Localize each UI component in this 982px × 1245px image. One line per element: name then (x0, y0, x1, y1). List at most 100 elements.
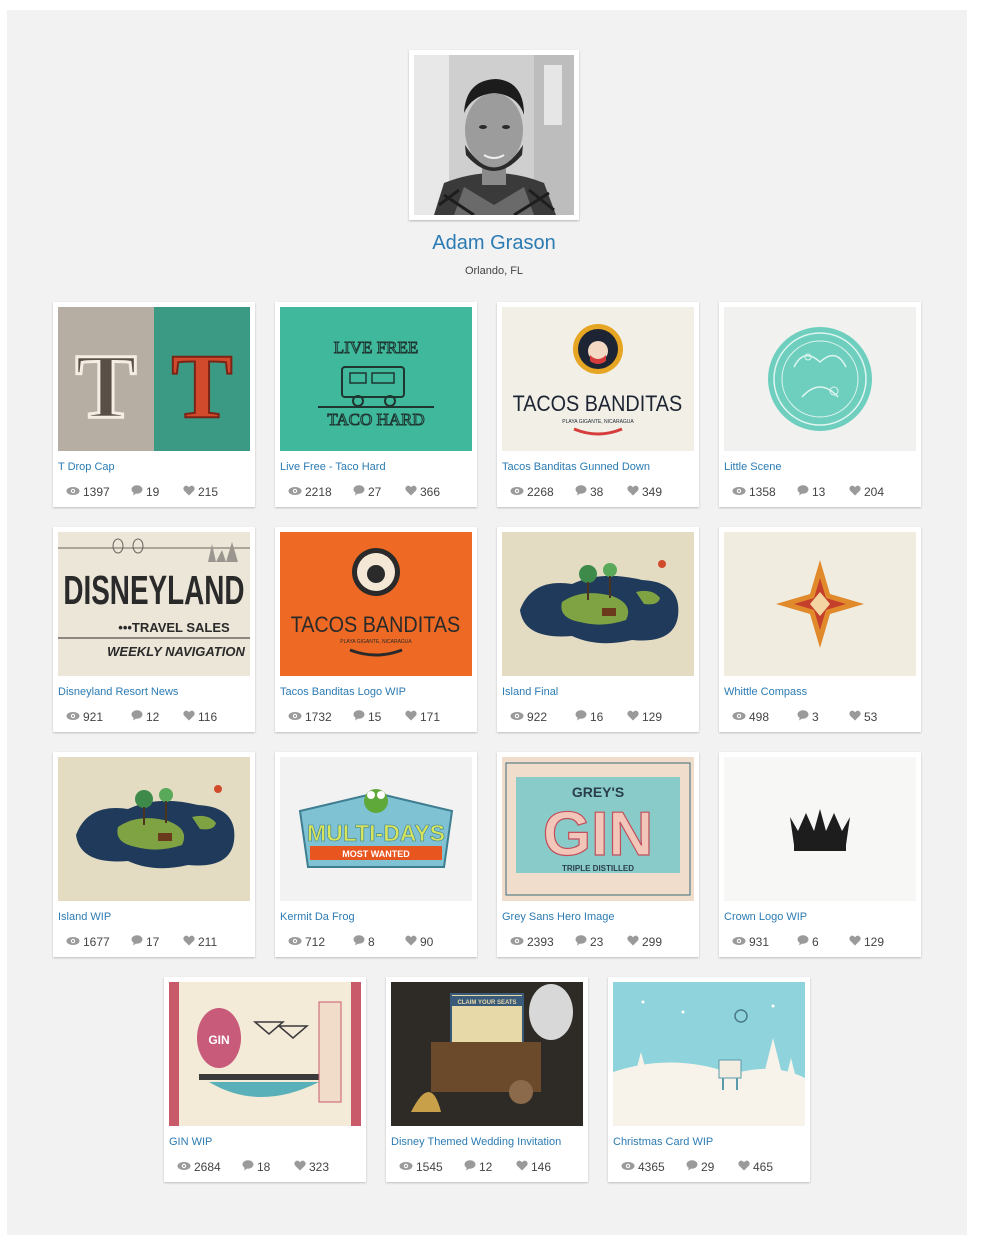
project-thumbnail[interactable] (502, 532, 694, 676)
eye-icon (732, 710, 749, 724)
project-card[interactable]: CLAIM YOUR SEATS Disney Themed Wedding I… (386, 977, 588, 1182)
views-count: 2684 (194, 1160, 221, 1174)
comments-stat: 3 (797, 710, 819, 724)
project-thumbnail[interactable]: GIN (169, 982, 361, 1126)
views-count: 1677 (83, 935, 110, 949)
project-title[interactable]: Kermit Da Frog (280, 911, 355, 923)
views-stat: 922 (510, 710, 547, 724)
likes-count: 129 (642, 710, 663, 724)
project-thumbnail[interactable]: GREY'S GIN TRIPLE DISTILLED (502, 757, 694, 901)
project-card[interactable]: Island Final 922 16 129 (497, 527, 699, 732)
comments-count: 27 (368, 485, 382, 499)
avatar-frame[interactable] (409, 50, 579, 220)
likes-count: 204 (864, 485, 885, 499)
comment-icon (797, 935, 812, 949)
comments-stat: 8 (353, 935, 375, 949)
avatar[interactable] (414, 55, 574, 215)
svg-text:PLAYA GIGANTE, NICARAGUA: PLAYA GIGANTE, NICARAGUA (562, 419, 634, 425)
svg-text:DISNEYLAND: DISNEYLAND (63, 568, 244, 614)
project-title[interactable]: Live Free - Taco Hard (280, 461, 386, 473)
project-card[interactable]: LIVE FREE TACO HARD Live Free - Taco Har… (275, 302, 477, 507)
views-stat: 1677 (66, 935, 110, 949)
project-thumbnail[interactable]: LIVE FREE TACO HARD (280, 307, 472, 451)
comments-stat: 18 (242, 1160, 270, 1174)
project-thumbnail[interactable] (613, 982, 805, 1126)
eye-icon (177, 1160, 194, 1174)
likes-stat: 323 (294, 1160, 329, 1174)
heart-icon (849, 710, 864, 724)
project-title[interactable]: T Drop Cap (58, 461, 115, 473)
project-card[interactable]: GIN GIN WIP 2684 18 323 (164, 977, 366, 1182)
comment-icon (353, 485, 368, 499)
views-stat: 921 (66, 710, 103, 724)
likes-stat: 90 (405, 935, 433, 949)
project-card[interactable]: Crown Logo WIP 931 6 129 (719, 752, 921, 957)
heart-icon (294, 1160, 309, 1174)
project-card[interactable]: Christmas Card WIP 4365 29 465 (608, 977, 810, 1182)
views-count: 498 (749, 710, 770, 724)
heart-icon (849, 485, 864, 499)
comments-stat: 38 (575, 485, 603, 499)
project-thumbnail[interactable] (58, 757, 250, 901)
comment-icon (686, 1160, 701, 1174)
project-title[interactable]: Grey Sans Hero Image (502, 911, 615, 923)
project-title[interactable]: Whittle Compass (724, 686, 807, 698)
project-thumbnail[interactable]: TACOS BANDITAS PLAYA GIGANTE, NICARAGUA (502, 307, 694, 451)
project-card[interactable]: GREY'S GIN TRIPLE DISTILLED Grey Sans He… (497, 752, 699, 957)
eye-icon (66, 485, 83, 499)
project-card[interactable]: Little Scene 1358 13 204 (719, 302, 921, 507)
likes-count: 146 (531, 1160, 552, 1174)
svg-text:WEEKLY NAVIGATION: WEEKLY NAVIGATION (107, 644, 245, 659)
comments-stat: 13 (797, 485, 825, 499)
project-thumbnail[interactable] (724, 532, 916, 676)
project-title[interactable]: GIN WIP (169, 1136, 212, 1148)
project-title[interactable]: Tacos Banditas Logo WIP (280, 686, 406, 698)
heart-icon (627, 935, 642, 949)
project-thumbnail[interactable]: T T (58, 307, 250, 451)
views-stat: 2684 (177, 1160, 221, 1174)
likes-stat: 366 (405, 485, 440, 499)
profile-name[interactable]: Adam Grason (7, 232, 981, 255)
project-thumbnail[interactable] (724, 307, 916, 451)
heart-icon (183, 710, 198, 724)
project-title[interactable]: Tacos Banditas Gunned Down (502, 461, 650, 473)
project-card[interactable]: Whittle Compass 498 3 53 (719, 527, 921, 732)
likes-count: 211 (198, 935, 218, 949)
project-title[interactable]: Disneyland Resort News (58, 686, 178, 698)
heart-icon (405, 935, 420, 949)
comments-count: 17 (146, 935, 160, 949)
project-title[interactable]: Island Final (502, 686, 558, 698)
heart-icon (849, 935, 864, 949)
views-stat: 498 (732, 710, 769, 724)
comments-stat: 19 (131, 485, 159, 499)
project-card[interactable]: T T T Drop Cap 1397 19 215 (53, 302, 255, 507)
project-card[interactable]: TACOS BANDITAS PLAYA GIGANTE, NICARAGUA … (275, 527, 477, 732)
views-count: 2218 (305, 485, 332, 499)
comments-count: 16 (590, 710, 604, 724)
heart-icon (627, 485, 642, 499)
eye-icon (288, 935, 305, 949)
project-thumbnail[interactable] (724, 757, 916, 901)
views-stat: 931 (732, 935, 769, 949)
likes-stat: 299 (627, 935, 662, 949)
likes-stat: 129 (627, 710, 662, 724)
project-thumbnail[interactable]: DISNEYLAND •••TRAVEL SALES WEEKLY NAVIGA… (58, 532, 250, 676)
views-stat: 4365 (621, 1160, 665, 1174)
project-title[interactable]: Christmas Card WIP (613, 1136, 713, 1148)
project-title[interactable]: Little Scene (724, 461, 781, 473)
comment-icon (353, 710, 368, 724)
svg-text:LIVE FREE: LIVE FREE (334, 338, 419, 357)
project-thumbnail[interactable]: TACOS BANDITAS PLAYA GIGANTE, NICARAGUA (280, 532, 472, 676)
project-thumbnail[interactable]: MULTI-DAYS MOST WANTED (280, 757, 472, 901)
project-card[interactable]: Island WIP 1677 17 211 (53, 752, 255, 957)
project-title[interactable]: Island WIP (58, 911, 111, 923)
project-card[interactable]: MULTI-DAYS MOST WANTED Kermit Da Frog 71… (275, 752, 477, 957)
project-title[interactable]: Crown Logo WIP (724, 911, 807, 923)
heart-icon (516, 1160, 531, 1174)
comments-count: 15 (368, 710, 382, 724)
project-title[interactable]: Disney Themed Wedding Invitation (391, 1136, 561, 1148)
project-thumbnail[interactable]: CLAIM YOUR SEATS (391, 982, 583, 1126)
project-card[interactable]: TACOS BANDITAS PLAYA GIGANTE, NICARAGUA … (497, 302, 699, 507)
svg-text:TACOS BANDITAS: TACOS BANDITAS (513, 392, 683, 416)
project-card[interactable]: DISNEYLAND •••TRAVEL SALES WEEKLY NAVIGA… (53, 527, 255, 732)
